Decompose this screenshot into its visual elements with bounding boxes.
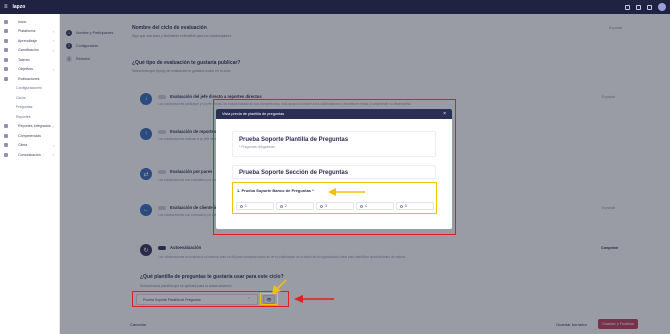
sidebar-item-label: Reportes Integrados: [18, 124, 51, 129]
sidebar-item[interactable]: Objetivos ›: [0, 65, 59, 75]
notification-icon[interactable]: [636, 4, 641, 10]
sidebar-item-label: Aprendizaje: [18, 38, 37, 43]
sidebar-icon: [4, 76, 8, 81]
sidebar: Inicio Plataforma › Aprendizaje › Gamificació…: [0, 14, 60, 334]
sidebar-icon: [4, 57, 8, 62]
yellow-highlight-question: [232, 182, 437, 214]
sidebar-item[interactable]: Reportes Integrados ›: [0, 122, 59, 132]
sidebar-item[interactable]: Preguntas: [0, 103, 59, 113]
sidebar-icon: [4, 133, 8, 138]
menu-icon[interactable]: ≡: [4, 4, 8, 10]
sidebar-icon: [4, 29, 8, 34]
sidebar-item[interactable]: Comunicación ›: [0, 150, 59, 160]
sidebar-icon: [4, 124, 8, 129]
top-bar: ≡ lapzo: [0, 0, 670, 14]
chevron-right-icon: ›: [52, 123, 54, 129]
sidebar-item[interactable]: Talento: [0, 55, 59, 65]
sidebar-item-label: Competencias: [18, 133, 41, 138]
sidebar-icon: [4, 67, 8, 72]
sidebar-item[interactable]: Evaluaciones: [0, 74, 59, 84]
sidebar-icon: [4, 48, 8, 53]
sidebar-item-label: Objetivos: [18, 67, 33, 72]
red-highlight-modal: [213, 99, 456, 235]
sidebar-item-label: Comunicación: [18, 152, 41, 157]
sidebar-item[interactable]: Competencias: [0, 131, 59, 141]
sidebar-item-label: Configuraciones: [16, 86, 42, 91]
help-icon[interactable]: [647, 4, 652, 10]
chevron-right-icon: ›: [52, 152, 54, 158]
sidebar-item-label: Inicio: [18, 19, 27, 24]
sidebar-item[interactable]: Inicio: [0, 17, 59, 27]
sidebar-item[interactable]: Ciclos: [0, 93, 59, 103]
sidebar-item-label: Gamificación: [18, 48, 39, 53]
sidebar-item-label: Talento: [18, 57, 30, 62]
sidebar-icon: [4, 38, 8, 43]
chevron-right-icon: ›: [52, 28, 54, 34]
sidebar-item[interactable]: Gamificación ›: [0, 46, 59, 56]
sidebar-item[interactable]: Reportes: [0, 112, 59, 122]
sidebar-icon: [4, 152, 8, 157]
topbar-actions: [625, 3, 666, 11]
settings-icon[interactable]: [625, 4, 630, 10]
chevron-right-icon: ›: [52, 66, 54, 72]
brand-logo: lapzo: [12, 4, 26, 10]
yellow-highlight-eye: [260, 293, 278, 305]
sidebar-icon: [4, 19, 8, 24]
avatar[interactable]: [658, 3, 666, 11]
chevron-right-icon: ›: [52, 142, 54, 148]
sidebar-item[interactable]: Clima ›: [0, 141, 59, 151]
sidebar-item[interactable]: Configuraciones: [0, 84, 59, 94]
sidebar-icon: [4, 143, 8, 148]
sidebar-item-label: Preguntas: [16, 105, 33, 110]
sidebar-item-label: Clima: [18, 143, 28, 148]
chevron-right-icon: ›: [52, 38, 54, 44]
sidebar-item-label: Evaluaciones: [18, 76, 40, 81]
sidebar-item-label: Plataforma: [18, 29, 36, 34]
sidebar-item[interactable]: Plataforma ›: [0, 27, 59, 37]
sidebar-item-label: Reportes: [16, 114, 31, 119]
sidebar-item[interactable]: Aprendizaje ›: [0, 36, 59, 46]
chevron-right-icon: ›: [52, 47, 54, 53]
sidebar-item-label: Ciclos: [16, 95, 26, 100]
